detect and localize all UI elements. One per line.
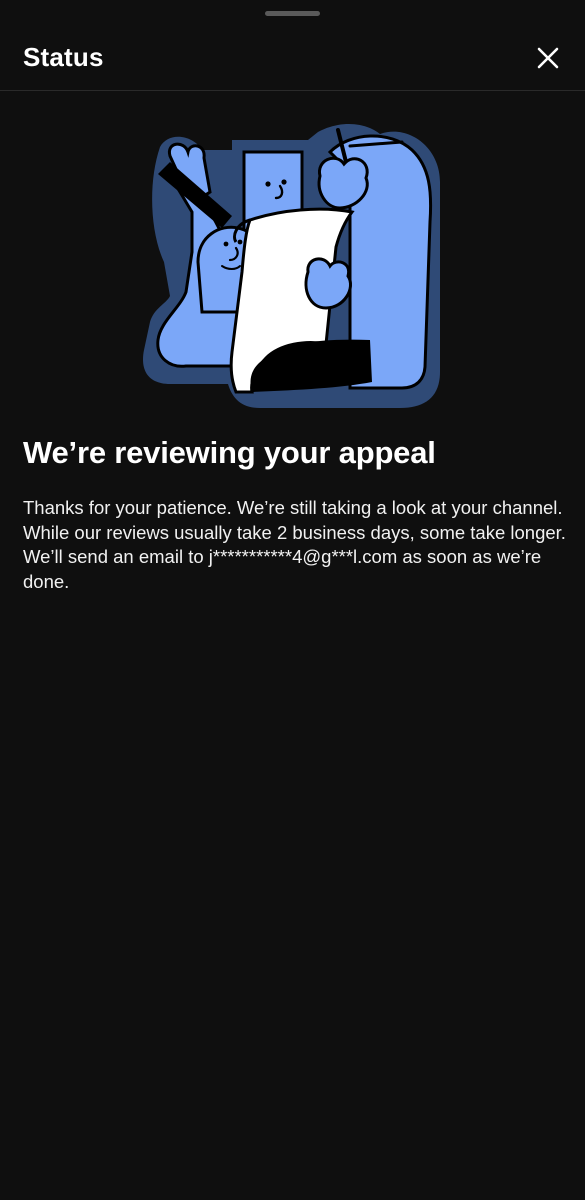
appeal-review-illustration xyxy=(140,112,445,417)
close-icon xyxy=(537,47,559,69)
page-heading: We’re reviewing your appeal xyxy=(23,435,436,470)
status-message: Thanks for your patience. We’re still ta… xyxy=(23,497,566,592)
sheet-header: Status xyxy=(0,28,585,91)
drag-handle[interactable] xyxy=(265,11,320,16)
sheet-title: Status xyxy=(23,42,104,72)
close-button[interactable] xyxy=(533,43,563,73)
